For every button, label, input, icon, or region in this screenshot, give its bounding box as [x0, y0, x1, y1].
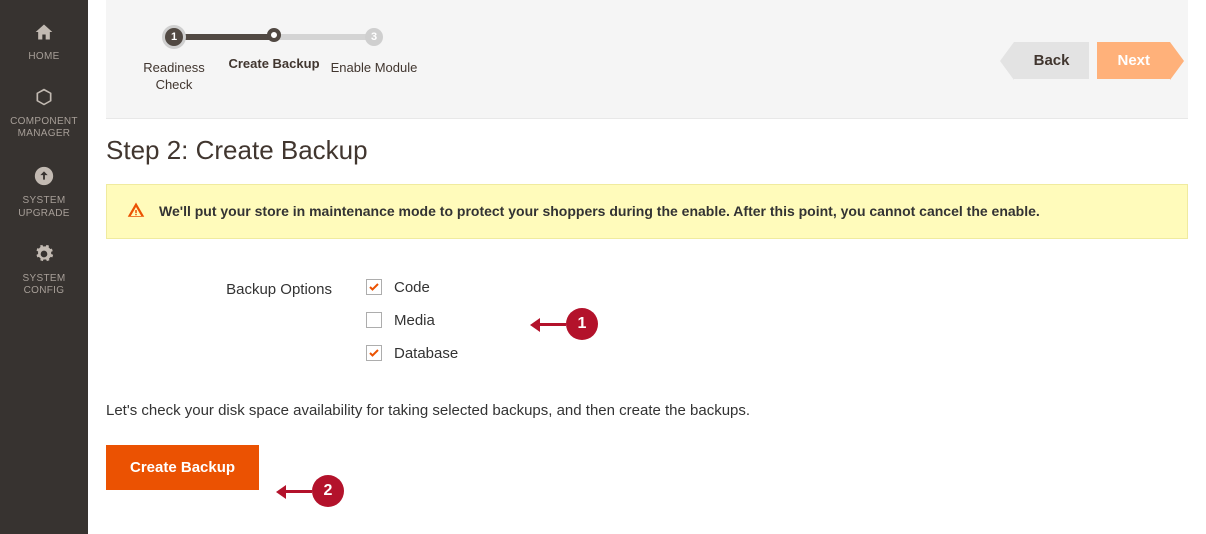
back-button[interactable]: Back: [1014, 42, 1090, 79]
option-label: Database: [394, 345, 458, 362]
sidebar: HOME COMPONENT MANAGER SYSTEM UPGRADE SY…: [0, 0, 88, 534]
sidebar-item-label: HOME: [28, 51, 59, 64]
maintenance-notice: We'll put your store in maintenance mode…: [106, 184, 1188, 239]
step-bar: 1 Readiness Check Create Backup 3 Enable…: [106, 0, 1188, 119]
main-content: 1 Readiness Check Create Backup 3 Enable…: [88, 0, 1206, 534]
sidebar-item-label: COMPONENT MANAGER: [4, 116, 84, 141]
annotation-2: 2: [284, 475, 344, 507]
package-icon: [33, 87, 55, 112]
annotation-1: 1: [538, 308, 598, 340]
step-circle-pending: 3: [365, 28, 383, 46]
annotation-circle: 1: [566, 308, 598, 340]
sidebar-item-component-manager[interactable]: COMPONENT MANAGER: [0, 77, 88, 155]
disk-space-text: Let's check your disk space availability…: [106, 402, 1188, 419]
annotation-number: 2: [324, 482, 333, 500]
next-button[interactable]: Next: [1097, 42, 1170, 79]
option-media[interactable]: Media: [366, 312, 458, 329]
step-number: 3: [371, 31, 377, 43]
step-label: Enable Module: [331, 60, 418, 77]
annotation-circle: 2: [312, 475, 344, 507]
backup-options-list: Code Media Database: [366, 279, 458, 362]
sidebar-item-home[interactable]: HOME: [0, 12, 88, 77]
step-label: Create Backup: [228, 56, 319, 73]
home-icon: [33, 22, 55, 47]
sidebar-item-label: SYSTEM UPGRADE: [4, 195, 84, 220]
gear-icon: [34, 244, 54, 269]
connector-pending: [276, 34, 376, 40]
warning-icon: [127, 201, 145, 222]
option-label: Media: [394, 312, 435, 329]
connector-done: [176, 34, 276, 40]
upload-icon: [33, 165, 55, 192]
wizard-actions: Back Next: [1014, 42, 1170, 79]
backup-options-row: Backup Options Code Media Database: [106, 279, 1188, 362]
backup-options-label: Backup Options: [106, 279, 366, 298]
option-database[interactable]: Database: [366, 345, 458, 362]
checkbox-database[interactable]: [366, 345, 382, 361]
page-title: Step 2: Create Backup: [106, 135, 1188, 166]
step-circle-current: [267, 28, 281, 42]
checkbox-media[interactable]: [366, 312, 382, 328]
step-number: 1: [171, 31, 177, 43]
option-code[interactable]: Code: [366, 279, 458, 296]
create-backup-button[interactable]: Create Backup: [106, 445, 259, 490]
step-circle-done: 1: [165, 28, 183, 46]
arrow-icon: [538, 323, 566, 326]
sidebar-item-label: SYSTEM CONFIG: [4, 273, 84, 298]
sidebar-item-system-upgrade[interactable]: SYSTEM UPGRADE: [0, 155, 88, 235]
arrow-icon: [284, 490, 312, 493]
annotation-number: 1: [578, 315, 587, 333]
sidebar-item-system-config[interactable]: SYSTEM CONFIG: [0, 234, 88, 312]
notice-text: We'll put your store in maintenance mode…: [159, 203, 1040, 219]
stepper: 1 Readiness Check Create Backup 3 Enable…: [124, 28, 424, 94]
option-label: Code: [394, 279, 430, 296]
checkbox-code[interactable]: [366, 279, 382, 295]
step-label: Readiness Check: [124, 60, 224, 94]
